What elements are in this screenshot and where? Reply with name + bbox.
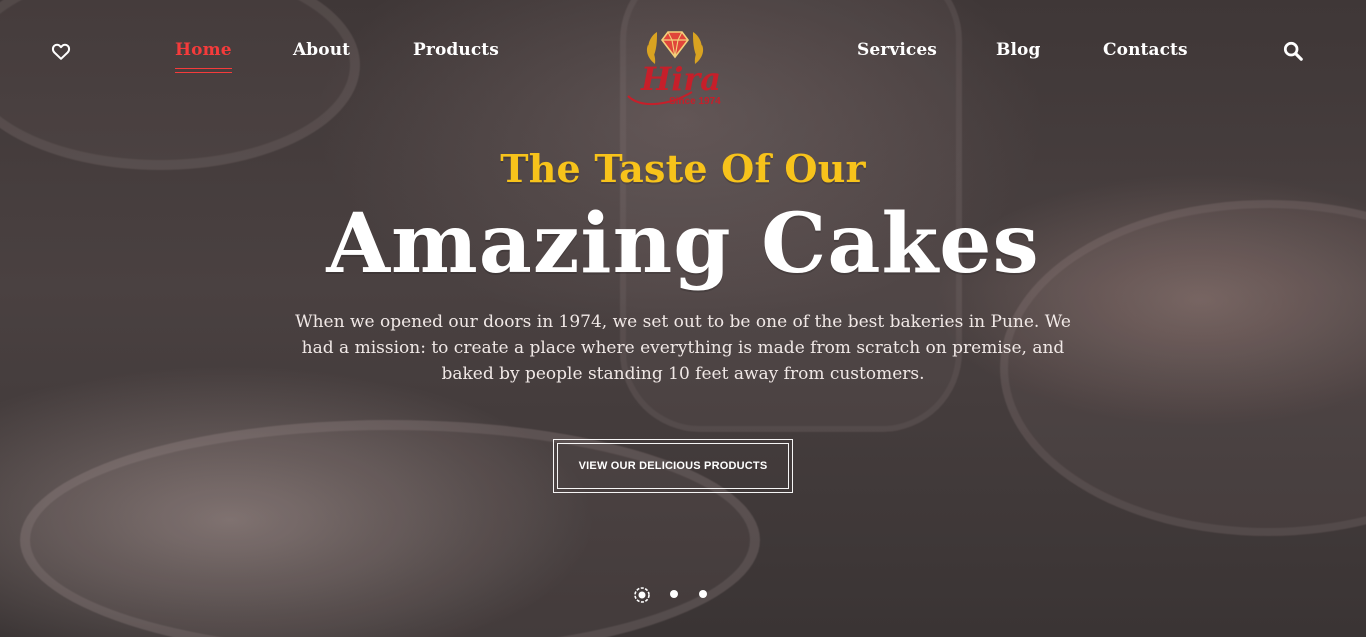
nav-about[interactable]: About [293,40,350,60]
nav-contacts[interactable]: Contacts [1103,40,1188,60]
slider-dot-3[interactable] [699,590,707,598]
hero-subtitle: The Taste Of Our [500,146,866,191]
nav-products[interactable]: Products [413,40,499,60]
hero-banner: Home About Products Hira Since 1974 Serv… [0,0,1366,637]
svg-text:Hira: Hira [640,60,721,98]
hero-title: Amazing Cakes [326,196,1040,292]
heart-icon[interactable] [50,40,72,62]
search-icon[interactable] [1282,40,1304,62]
hero-description: When we opened our doors in 1974, we set… [295,312,1071,384]
active-slide-icon [634,587,650,603]
nav-home[interactable]: Home [175,40,232,73]
nav-blog-label: Blog [996,40,1041,60]
nav-products-label: Products [413,40,499,60]
nav-home-label: Home [175,40,232,60]
slider-dot-2[interactable] [670,590,678,598]
brand-logo[interactable]: Hira Since 1974 [622,26,728,112]
slider-dot-1[interactable] [632,585,652,605]
view-products-button-label: VIEW OUR DELICIOUS PRODUCTS [578,460,768,472]
diamond-icon [660,31,690,59]
nav-contacts-label: Contacts [1103,40,1188,60]
top-navigation: Home About Products Hira Since 1974 Serv… [0,0,1366,120]
nav-active-underline [175,68,232,73]
nav-about-label: About [293,40,351,60]
nav-services-label: Services [857,40,937,60]
svg-text:Since 1974: Since 1974 [669,96,721,107]
slider-dots [632,584,742,606]
nav-blog[interactable]: Blog [996,40,1040,60]
nav-services[interactable]: Services [857,40,937,60]
view-products-button[interactable]: VIEW OUR DELICIOUS PRODUCTS [553,439,793,493]
